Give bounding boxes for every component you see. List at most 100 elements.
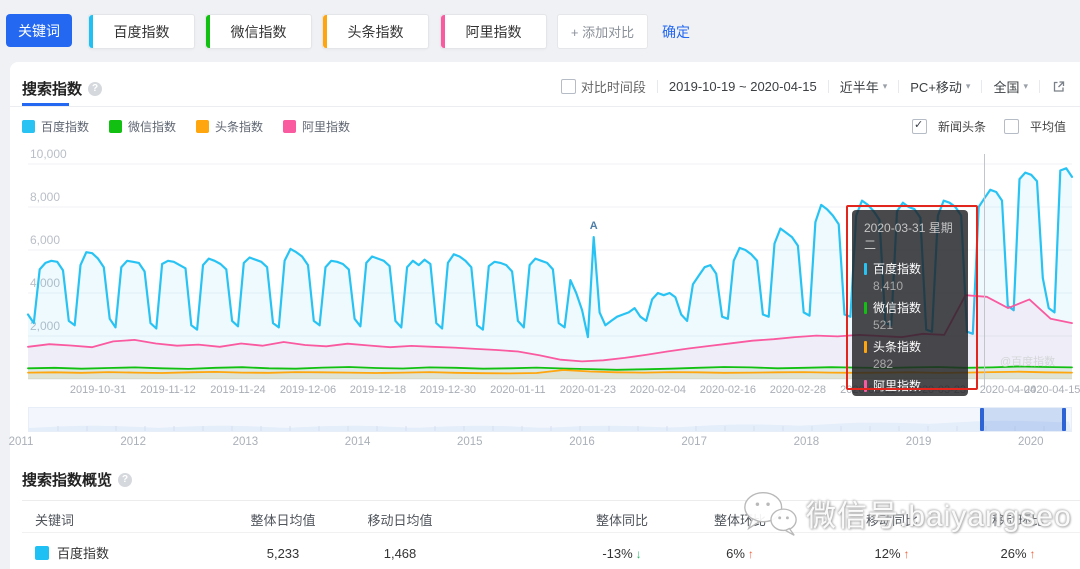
tooltip-series-name: 阿里指数 — [873, 377, 921, 394]
table-cell-6: 26%↑ — [1000, 546, 1035, 561]
legend-swatch — [22, 120, 35, 133]
svg-text:8,000: 8,000 — [30, 190, 60, 204]
down-arrow-icon: ↓ — [636, 547, 642, 561]
tooltip-color-bar — [864, 341, 867, 353]
x-tick-label: 2020-02-04 — [630, 384, 686, 396]
keyword-button[interactable]: 关键词 — [6, 14, 72, 47]
table-cell-3: -13% ↓ — [602, 546, 641, 561]
confirm-button[interactable]: 确定 — [662, 22, 690, 42]
date-range-picker[interactable]: 2019-10-19 ~ 2020-04-15 — [669, 79, 817, 94]
slider-handle-left[interactable] — [980, 408, 984, 431]
slider-year-label: 2018 — [794, 436, 820, 448]
device-select[interactable]: PC+移动▾ — [910, 77, 970, 96]
legend-swatch — [109, 120, 122, 133]
table-header-5: 整体环比 — [714, 510, 766, 529]
divider — [981, 80, 982, 93]
divider — [22, 532, 1080, 533]
slider-year-label: 2015 — [457, 436, 483, 448]
slider-selected-range[interactable] — [982, 408, 1066, 431]
time-range-value: 近半年 — [840, 77, 879, 96]
timeline-slider[interactable] — [28, 407, 1072, 432]
legend-item[interactable]: 阿里指数 — [283, 118, 350, 135]
tooltip-series-name: 头条指数 — [873, 338, 921, 355]
legend-item[interactable]: 微信指数 — [109, 118, 176, 135]
legend-option[interactable]: 新闻头条 — [912, 118, 986, 135]
keyword-card-4[interactable]: 阿里指数 — [440, 14, 547, 49]
tooltip-series-value: 282 — [873, 357, 956, 371]
tooltip-series-row: 微信指数521 — [864, 299, 956, 332]
topbar: 关键词 百度指数 微信指数 头条指数 阿里指数 + 添加对比 确定 — [0, 0, 1080, 62]
svg-text:6,000: 6,000 — [30, 233, 60, 247]
legend-options: 新闻头条 平均值 — [912, 118, 1066, 135]
table-cell-4: 6%↑ — [726, 546, 754, 561]
x-tick-label: 2019-11-24 — [210, 384, 265, 396]
svg-text:10,000: 10,000 — [30, 147, 67, 161]
x-tick-label: 2019-10-31 — [70, 384, 126, 396]
divider — [10, 106, 1080, 107]
table-header-4: 整体同比 — [596, 510, 648, 529]
panel-title: 搜索指数 ? — [22, 78, 102, 99]
legend-label: 百度指数 — [41, 118, 89, 135]
x-tick-label: 2020-02-28 — [770, 384, 826, 396]
table-header-3: 移动日均值 — [367, 510, 432, 529]
tooltip-date: 2020-03-31 星期二 — [864, 219, 956, 253]
legend-item[interactable]: 百度指数 — [22, 118, 89, 135]
keyword-color-bar — [323, 15, 327, 48]
slider-year-label: 2011 — [9, 436, 34, 448]
table-cell-2: 1,468 — [384, 546, 417, 561]
slider-silhouette — [29, 408, 1071, 431]
table-keyword-cell[interactable]: 百度指数 — [35, 543, 109, 562]
legend-option-label: 平均值 — [1030, 118, 1066, 135]
keyword-card-2[interactable]: 微信指数 — [205, 14, 312, 49]
legend-item[interactable]: 头条指数 — [196, 118, 263, 135]
tooltip-rows: 百度指数8,410微信指数521头条指数282阿里指数3,821 — [864, 260, 956, 396]
region-select[interactable]: 全国 ▾ — [993, 77, 1028, 96]
tooltip-series-value: 8,410 — [873, 279, 956, 293]
legend-swatch — [196, 120, 209, 133]
chevron-down-icon: ▾ — [1023, 81, 1028, 92]
time-range-select[interactable]: 近半年▾ — [840, 77, 888, 96]
checkbox[interactable] — [1004, 119, 1019, 134]
page: 关键词 百度指数微信指数头条指数阿里指数 + 添加对比 确定 搜索指数 ? 对比… — [0, 0, 1080, 569]
overview-title: 搜索指数概览 ? — [22, 469, 132, 490]
x-tick-label: 2020-01-11 — [490, 384, 545, 396]
compare-period-control[interactable]: 对比时间段 — [561, 77, 646, 96]
help-icon[interactable]: ? — [118, 473, 132, 487]
legend-label: 阿里指数 — [302, 118, 350, 135]
x-tick-label: 2020-04-15 — [1024, 384, 1080, 396]
legend-label: 微信指数 — [128, 118, 176, 135]
x-tick-label: 2019-11-12 — [140, 384, 195, 396]
cell-value: 12% — [874, 546, 900, 561]
keyword-label: 微信指数 — [231, 22, 287, 42]
tooltip-series-row: 头条指数 282 — [864, 338, 956, 371]
keyword-swatch — [35, 546, 49, 560]
keyword-label: 阿里指数 — [466, 22, 522, 42]
add-compare-button[interactable]: + 添加对比 — [557, 14, 648, 49]
legend-label: 头条指数 — [215, 118, 263, 135]
compare-period-checkbox[interactable] — [561, 79, 576, 94]
slider-handle-right[interactable] — [1062, 408, 1066, 431]
keyword-color-bar — [441, 15, 445, 48]
device-value: PC+移动 — [910, 77, 962, 96]
keyword-card-1[interactable]: 百度指数 — [88, 14, 195, 49]
tooltip-series-row: 百度指数8,410 — [864, 260, 956, 293]
checkbox-checked[interactable] — [912, 119, 927, 134]
up-arrow-icon: ↑ — [904, 547, 910, 561]
divider — [828, 80, 829, 93]
cell-value: 5,233 — [267, 546, 300, 561]
tooltip-color-bar — [864, 302, 867, 314]
divider — [898, 80, 899, 93]
help-icon[interactable]: ? — [88, 82, 102, 96]
external-link-icon[interactable] — [1051, 79, 1066, 94]
table-header-2: 整体日均值 — [250, 510, 315, 529]
table-header-6: 移动同比 — [866, 510, 918, 529]
keyword-label: 头条指数 — [348, 22, 404, 42]
keyword-card-3[interactable]: 头条指数 — [322, 14, 429, 49]
legend-option[interactable]: 平均值 — [1004, 118, 1066, 135]
region-value: 全国 — [993, 77, 1019, 96]
tooltip-series-value: 521 — [873, 318, 956, 332]
cell-value: 1,468 — [384, 546, 417, 561]
cell-value: -13% — [602, 546, 632, 561]
slider-year-label: 2019 — [906, 436, 932, 448]
keyword-color-bar — [89, 15, 93, 48]
